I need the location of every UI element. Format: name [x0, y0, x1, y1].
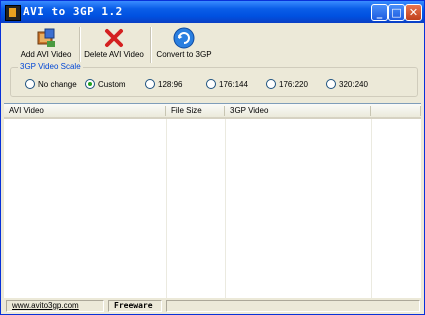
radio-button-icon[interactable] [326, 79, 336, 89]
radio-button-icon[interactable] [266, 79, 276, 89]
video-scale-legend: 3GP Video Scale [18, 62, 83, 71]
convert-to-3gp-label: Convert to 3GP [156, 50, 212, 59]
convert-to-3gp-button[interactable]: Convert to 3GP [154, 27, 214, 63]
minimize-button[interactable]: _ [371, 4, 388, 21]
app-window: AVI to 3GP 1.2 _ □ ✕ Add AVI Video Delet [0, 0, 425, 315]
maximize-button[interactable]: □ [388, 4, 405, 21]
toolbar-separator [150, 27, 152, 63]
status-panel-empty [166, 300, 420, 312]
toolbar-separator [79, 27, 81, 63]
column-header-3gp-video[interactable]: 3GP Video [225, 104, 371, 119]
radio-button-icon[interactable] [206, 79, 216, 89]
radio-320-240[interactable]: 320:240 [326, 79, 368, 89]
window-title: AVI to 3GP 1.2 [23, 5, 123, 18]
close-icon: ✕ [408, 6, 419, 19]
column-divider [225, 119, 226, 298]
delete-avi-video-label: Delete AVI Video [84, 50, 144, 59]
column-header-avi-video[interactable]: AVI Video [4, 104, 166, 119]
website-link[interactable]: www.avito3gp.com [6, 300, 104, 312]
delete-x-icon [105, 29, 123, 47]
radio-button-selected-icon[interactable] [85, 79, 95, 89]
radio-custom[interactable]: Custom [85, 79, 126, 89]
add-video-icon [37, 28, 55, 47]
column-header-file-size[interactable]: File Size [166, 104, 225, 119]
add-avi-video-label: Add AVI Video [20, 50, 72, 59]
convert-refresh-icon [173, 27, 195, 49]
column-header-filler [371, 104, 421, 119]
column-divider [166, 119, 167, 298]
radio-176-144[interactable]: 176:144 [206, 79, 248, 89]
toolbar: Add AVI Video Delete AVI Video Convert t… [4, 25, 422, 101]
minimize-icon: _ [376, 6, 383, 19]
license-status: Freeware [108, 300, 162, 312]
delete-avi-video-button[interactable]: Delete AVI Video [82, 27, 146, 63]
add-avi-video-button[interactable]: Add AVI Video [18, 27, 74, 63]
video-list[interactable]: AVI Video File Size 3GP Video [4, 103, 421, 298]
maximize-icon: □ [391, 6, 402, 19]
radio-button-icon[interactable] [25, 79, 35, 89]
close-button[interactable]: ✕ [405, 4, 422, 21]
column-divider [371, 119, 372, 298]
status-bar: www.avito3gp.com Freeware [4, 299, 422, 313]
radio-128-96[interactable]: 128:96 [145, 79, 182, 89]
radio-176-220[interactable]: 176:220 [266, 79, 308, 89]
radio-button-icon[interactable] [145, 79, 155, 89]
radio-no-change[interactable]: No change [25, 79, 77, 89]
title-bar[interactable]: AVI to 3GP 1.2 _ □ ✕ [1, 1, 424, 23]
app-icon[interactable] [5, 5, 21, 21]
